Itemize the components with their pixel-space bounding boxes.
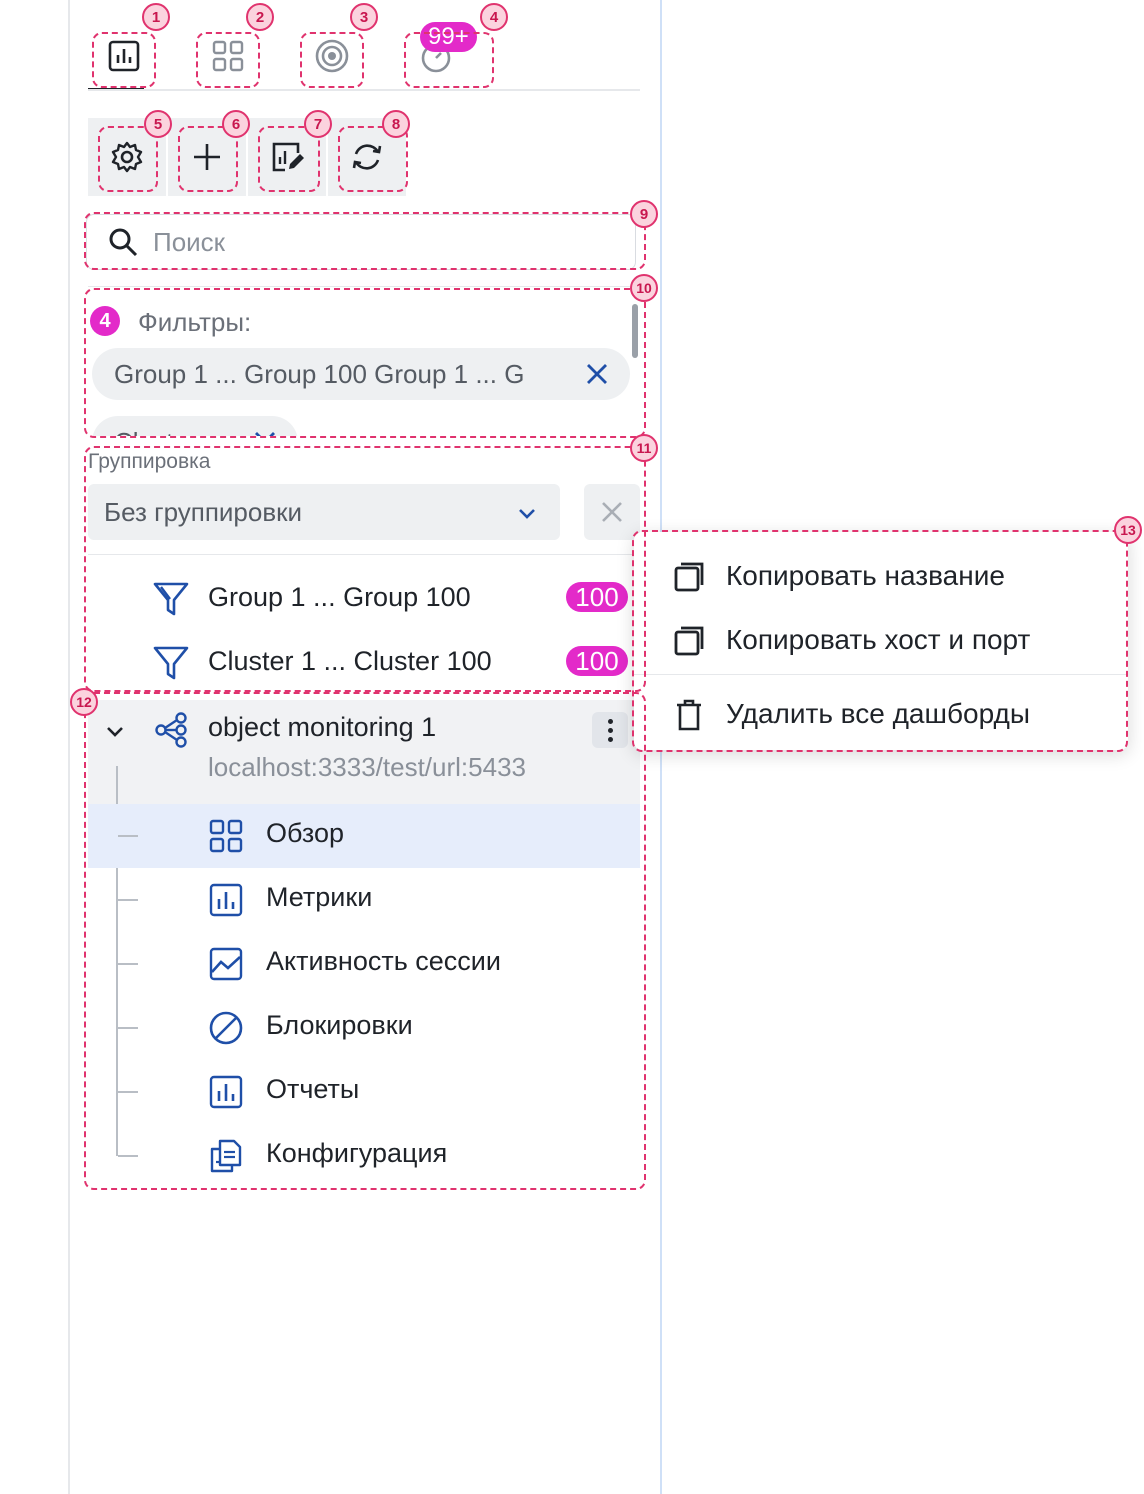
- group-filter-count: 100: [566, 582, 628, 612]
- object-subtitle: localhost:3333/test/url:5433: [208, 752, 526, 782]
- history-count-badge: 99+: [420, 22, 477, 52]
- grid-icon: [212, 40, 244, 72]
- group-filter-item[interactable]: Group 1 ... Group 100 100: [90, 566, 638, 628]
- menu-divider: [634, 674, 1128, 675]
- tree-item-label: Блокировки: [266, 1010, 413, 1040]
- filter-chip-clusters[interactable]: Clusters: [92, 416, 298, 436]
- menu-item-copy-name[interactable]: Копировать название: [634, 546, 1128, 608]
- context-menu: Копировать название Копировать хост и по…: [634, 532, 1128, 750]
- grouping-select[interactable]: Без группировки: [88, 484, 560, 540]
- tree-item-label: Отчеты: [266, 1074, 360, 1104]
- tree-item-label: Активность сессии: [266, 946, 501, 976]
- clear-grouping-button[interactable]: [584, 484, 640, 540]
- close-icon[interactable]: [584, 361, 610, 387]
- menu-item-label: Копировать хост и порт: [726, 624, 1031, 655]
- filter-chip-label: Group 1 ... Group 100 Group 1 ... G: [114, 358, 525, 389]
- annotation-marker-4: 4: [480, 3, 508, 31]
- trash-icon: [677, 699, 701, 731]
- cluster-filter-item[interactable]: Cluster 1 ... Cluster 100 100: [90, 630, 638, 692]
- group-filter-label: Group 1 ... Group 100: [208, 582, 471, 612]
- annotation-marker-1: 1: [142, 3, 170, 31]
- bar-chart-icon: [209, 1075, 243, 1109]
- annotation-marker-11: 11: [630, 434, 658, 462]
- edit-chart-icon: [272, 142, 304, 172]
- menu-item-copy-host-port[interactable]: Копировать хост и порт: [634, 610, 1128, 672]
- grouping-label: Группировка: [88, 450, 211, 473]
- documents-icon: [210, 1139, 242, 1173]
- tabs-divider: [88, 89, 640, 91]
- annotation-marker-9: 9: [630, 200, 658, 228]
- close-icon: [602, 502, 622, 522]
- topology-icon: [155, 712, 187, 748]
- menu-item-label: Удалить все дашборды: [726, 698, 1030, 729]
- close-icon[interactable]: [252, 429, 278, 436]
- tree-item-label: Обзор: [266, 818, 344, 848]
- tab-target[interactable]: [304, 24, 360, 88]
- tree-tick: [118, 1155, 138, 1157]
- funnel-icon: [153, 582, 189, 616]
- tree-item-label: Метрики: [266, 882, 373, 912]
- object-row[interactable]: object monitoring 1 localhost:3333/test/…: [88, 700, 640, 804]
- grid-icon: [209, 819, 243, 853]
- filter-chip-groups[interactable]: Group 1 ... Group 100 Group 1 ... G: [92, 348, 630, 400]
- copy-icon: [674, 626, 704, 656]
- tree-tick: [118, 1027, 138, 1029]
- cluster-filter-label: Cluster 1 ... Cluster 100: [208, 646, 492, 676]
- annotation-marker-12: 12: [70, 688, 98, 716]
- filters-label: Фильтры:: [138, 307, 252, 337]
- annotation-marker-8: 8: [382, 110, 410, 138]
- menu-item-delete-dashboards[interactable]: Удалить все дашборды: [634, 684, 1128, 746]
- cluster-filter-count: 100: [566, 646, 628, 676]
- target-icon: [315, 39, 349, 73]
- annotation-marker-7: 7: [304, 110, 332, 138]
- chevron-down-icon[interactable]: [104, 720, 126, 742]
- sidebar-left-border: [68, 0, 70, 1494]
- tree-tick: [118, 899, 138, 901]
- annotation-marker-10: 10: [630, 274, 658, 302]
- tree-item-configuration[interactable]: Конфигурация: [90, 1124, 638, 1186]
- plus-icon: [194, 144, 220, 170]
- tree-item-session-activity[interactable]: Активность сессии: [90, 932, 638, 994]
- annotation-marker-2: 2: [246, 3, 274, 31]
- bar-chart-icon: [108, 40, 140, 72]
- chevron-down-icon: [519, 509, 535, 519]
- bar-chart-icon: [209, 883, 243, 917]
- tree-item-overview[interactable]: Обзор: [90, 804, 638, 866]
- gear-icon: [111, 141, 143, 173]
- grouping-select-value: Без группировки: [104, 497, 303, 527]
- tree-tick: [118, 963, 138, 965]
- tab-metrics[interactable]: [96, 24, 152, 88]
- filters-scrollbar[interactable]: [632, 304, 638, 358]
- search-divider: [88, 286, 640, 287]
- funnel-icon: [153, 646, 189, 680]
- line-chart-icon: [209, 947, 243, 981]
- tree-tick: [118, 1091, 138, 1093]
- tree-tick: [118, 835, 138, 837]
- search-icon: [109, 228, 138, 257]
- menu-item-label: Копировать название: [726, 560, 1005, 591]
- object-more-button[interactable]: [592, 712, 628, 748]
- grouping-divider: [88, 554, 640, 555]
- annotation-marker-3: 3: [350, 3, 378, 31]
- tree-item-locks[interactable]: Блокировки: [90, 996, 638, 1058]
- annotation-marker-6: 6: [222, 110, 250, 138]
- annotation-marker-13: 13: [1114, 516, 1142, 544]
- copy-icon: [674, 562, 704, 592]
- search-field[interactable]: [86, 214, 636, 270]
- tree-item-label: Конфигурация: [266, 1138, 448, 1168]
- blocked-icon: [209, 1011, 243, 1045]
- object-title: object monitoring 1: [208, 712, 437, 742]
- search-input[interactable]: [151, 225, 595, 259]
- tab-overview[interactable]: [200, 24, 256, 88]
- filter-chip-label: Clusters: [114, 427, 244, 437]
- refresh-icon: [352, 144, 382, 170]
- filters-clip: Clusters: [92, 412, 632, 436]
- filter-count-badge: 4: [90, 306, 120, 336]
- tree-item-metrics[interactable]: Метрики: [90, 868, 638, 930]
- annotation-marker-5: 5: [144, 110, 172, 138]
- tree-item-reports[interactable]: Отчеты: [90, 1060, 638, 1122]
